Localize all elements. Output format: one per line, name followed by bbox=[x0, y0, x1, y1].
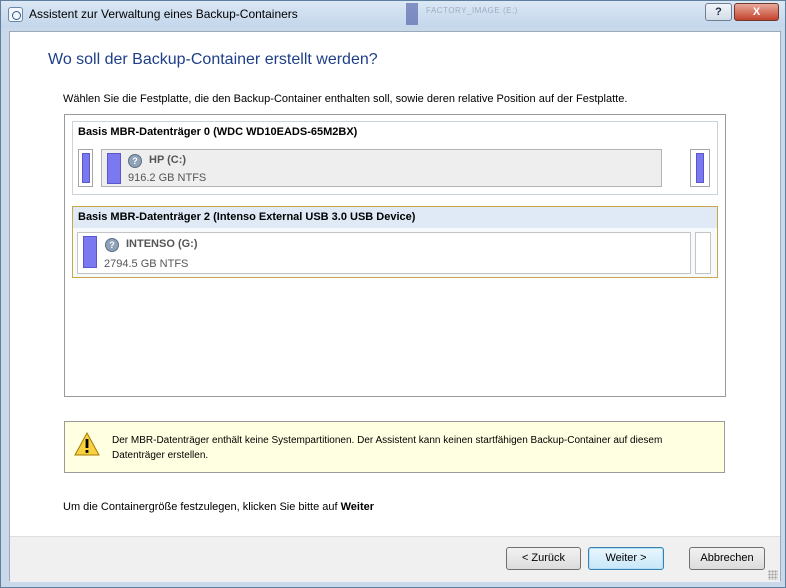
unknown-partition-icon: ? bbox=[128, 154, 142, 168]
partition-fill bbox=[107, 153, 121, 184]
warning-box: Der MBR-Datenträger enthält keine System… bbox=[64, 421, 725, 473]
partition-small-right[interactable] bbox=[690, 149, 710, 187]
window-title: Assistent zur Verwaltung eines Backup-Co… bbox=[29, 7, 298, 21]
wizard-client-area: Wo soll der Backup-Container erstellt we… bbox=[9, 31, 781, 582]
footer-hint-text: Um die Containergröße festzulegen, klick… bbox=[63, 501, 338, 513]
footer-hint: Um die Containergröße festzulegen, klick… bbox=[63, 501, 374, 513]
partition-fill bbox=[82, 153, 90, 183]
partition-fill bbox=[696, 153, 704, 183]
background-window-ghost: FACTORY_IMAGE (E:) bbox=[406, 3, 606, 25]
partition-small-left[interactable] bbox=[78, 149, 93, 187]
partition-name: INTENSO (G:) bbox=[126, 238, 198, 250]
unallocated-space[interactable] bbox=[695, 232, 711, 274]
disk-label: Basis MBR-Datenträger 0 (WDC WD10EADS-65… bbox=[78, 126, 358, 138]
warning-icon bbox=[74, 432, 100, 456]
partition-intenso[interactable]: ? INTENSO (G:) 2794.5 GB NTFS bbox=[77, 232, 691, 274]
title-bar[interactable]: Assistent zur Verwaltung eines Backup-Co… bbox=[1, 1, 785, 27]
resize-grip[interactable] bbox=[768, 570, 778, 580]
partition-size: 916.2 GB NTFS bbox=[128, 172, 207, 184]
button-bar: < Zurück Weiter > Abbrechen bbox=[10, 536, 780, 582]
cancel-button[interactable]: Abbrechen bbox=[689, 547, 765, 570]
disk-group-2[interactable]: Basis MBR-Datenträger 2 (Intenso Externa… bbox=[72, 206, 718, 278]
partition-fill bbox=[83, 236, 97, 268]
disk-group-0[interactable]: Basis MBR-Datenträger 0 (WDC WD10EADS-65… bbox=[72, 121, 718, 195]
close-button[interactable]: X bbox=[734, 3, 779, 21]
back-button[interactable]: < Zurück bbox=[506, 547, 581, 570]
unknown-partition-icon: ? bbox=[105, 238, 119, 252]
disk-label: Basis MBR-Datenträger 2 (Intenso Externa… bbox=[73, 207, 717, 228]
next-button[interactable]: Weiter > bbox=[588, 547, 664, 570]
ghost-bar bbox=[406, 3, 418, 25]
warning-text: Der MBR-Datenträger enthält keine System… bbox=[112, 435, 663, 461]
help-button[interactable]: ? bbox=[705, 3, 732, 21]
footer-hint-keyword: Weiter bbox=[340, 501, 375, 513]
app-icon bbox=[8, 7, 23, 22]
instruction-text: Wählen Sie die Festplatte, die den Backu… bbox=[63, 93, 628, 105]
partition-size: 2794.5 GB NTFS bbox=[104, 258, 189, 270]
partition-name: HP (C:) bbox=[149, 154, 187, 166]
ghost-text: FACTORY_IMAGE (E:) bbox=[426, 6, 518, 15]
page-title: Wo soll der Backup-Container erstellt we… bbox=[48, 51, 378, 68]
partition-hp[interactable]: ? HP (C:) 916.2 GB NTFS bbox=[101, 149, 662, 187]
wizard-window: Assistent zur Verwaltung eines Backup-Co… bbox=[0, 0, 786, 588]
disk-list-panel: Basis MBR-Datenträger 0 (WDC WD10EADS-65… bbox=[64, 114, 726, 397]
